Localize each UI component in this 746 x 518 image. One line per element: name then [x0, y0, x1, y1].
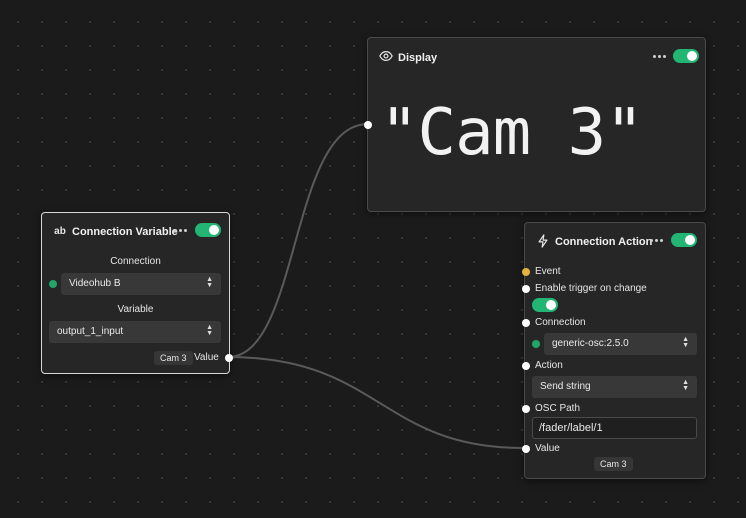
- action-select[interactable]: Send string ▲ ▼: [532, 376, 697, 398]
- connection-select-value: Videohub B: [69, 278, 121, 289]
- action-label: Action: [535, 360, 563, 371]
- display-input-port[interactable]: [364, 121, 372, 129]
- eye-icon: [378, 48, 394, 64]
- chevron-updown-icon: ▲ ▼: [206, 324, 213, 337]
- chevron-updown-icon: ▲ ▼: [206, 276, 213, 289]
- display-node[interactable]: Display "Cam 3": [364, 37, 706, 212]
- connection-action-node[interactable]: Connection Action Event Enable trigger o…: [522, 222, 706, 479]
- text-ab-icon: ab: [54, 225, 66, 237]
- trigger-label: Enable trigger on change: [535, 283, 647, 294]
- value-input-port[interactable]: [522, 445, 530, 453]
- display-value-text: "Cam 3": [380, 96, 644, 170]
- display-node-menu-button[interactable]: [653, 55, 666, 58]
- osc-path-label: OSC Path: [535, 403, 581, 414]
- action-select-value: Send string: [540, 381, 591, 392]
- trigger-input-port[interactable]: [522, 285, 530, 293]
- osc-path-input[interactable]: /fader/label/1: [532, 417, 697, 439]
- action-connection-select-value: generic-osc:2.5.0: [552, 338, 629, 349]
- event-input-port[interactable]: [522, 268, 530, 276]
- chevron-updown-icon: ▲ ▼: [682, 336, 689, 349]
- connection-variable-enable-toggle[interactable]: [195, 223, 221, 237]
- connection-variable-node[interactable]: ab Connection Variable Connection Videoh…: [41, 212, 233, 374]
- variable-select-value: output_1_input: [57, 326, 124, 337]
- action-connection-label: Connection: [535, 317, 586, 328]
- connection-select[interactable]: Videohub B ▲ ▼: [61, 273, 221, 295]
- connection-action-enable-toggle[interactable]: [671, 233, 697, 247]
- connection-status-dot: [49, 280, 57, 288]
- action-value-preview: Cam 3: [594, 457, 633, 471]
- wire-value-to-display: [227, 123, 369, 358]
- action-connection-select[interactable]: generic-osc:2.5.0 ▲ ▼: [544, 333, 697, 355]
- display-node-enable-toggle[interactable]: [673, 49, 699, 63]
- variable-label: Variable: [117, 304, 154, 315]
- lightning-icon: [535, 233, 551, 249]
- connection-label: Connection: [110, 256, 161, 267]
- action-value-label: Value: [535, 443, 560, 454]
- value-output-port[interactable]: [225, 354, 233, 362]
- output-value-label: Value: [194, 352, 219, 363]
- wire-value-to-action-value: [227, 356, 525, 449]
- variable-select[interactable]: output_1_input ▲ ▼: [49, 321, 221, 343]
- event-label: Event: [535, 266, 561, 277]
- chevron-updown-icon: ▲ ▼: [682, 379, 689, 392]
- display-node-title: Display: [398, 52, 438, 64]
- connection-action-node-title: Connection Action: [555, 236, 653, 248]
- trigger-on-change-toggle[interactable]: [532, 298, 558, 312]
- connection-variable-node-title: Connection Variable: [72, 226, 178, 238]
- connection-action-menu-button[interactable]: [650, 239, 663, 242]
- action-connection-status-dot: [532, 340, 540, 348]
- output-value-preview: Cam 3: [154, 351, 193, 365]
- connection-variable-menu-button[interactable]: [174, 229, 187, 232]
- osc-path-input-port[interactable]: [522, 405, 530, 413]
- connection-input-port[interactable]: [522, 319, 530, 327]
- action-input-port[interactable]: [522, 362, 530, 370]
